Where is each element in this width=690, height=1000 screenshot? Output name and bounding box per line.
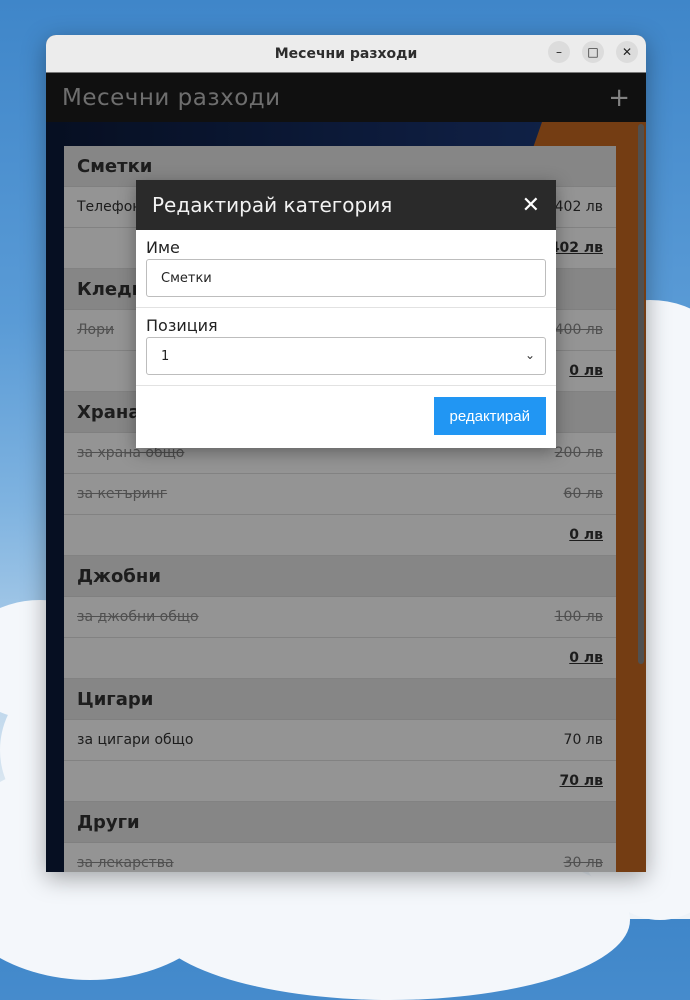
position-label: Позиция xyxy=(146,316,218,335)
edit-button[interactable]: редактирай xyxy=(433,397,546,435)
maximize-icon[interactable]: □ xyxy=(582,41,604,63)
close-icon[interactable]: ✕ xyxy=(522,193,540,218)
window-titlebar[interactable]: Месечни разходи – □ ✕ xyxy=(46,35,646,73)
dialog-title: Редактирай категория xyxy=(152,193,393,217)
position-field-group: Позиция 1 ⌄ xyxy=(136,308,556,386)
edit-category-dialog: Редактирай категория ✕ Име Сметки Позици… xyxy=(136,180,556,448)
position-select-value: 1 xyxy=(161,348,170,364)
position-select[interactable]: 1 ⌄ xyxy=(146,337,546,375)
chevron-down-icon: ⌄ xyxy=(524,348,535,362)
minimize-icon[interactable]: – xyxy=(548,41,570,63)
app-window: Месечни разходи – □ ✕ Месечни разходи + … xyxy=(46,35,646,872)
name-input[interactable]: Сметки xyxy=(146,259,546,297)
dialog-footer: редактирай xyxy=(136,386,556,446)
window-title: Месечни разходи xyxy=(274,45,418,62)
name-label: Име xyxy=(146,238,180,257)
close-window-icon[interactable]: ✕ xyxy=(616,41,638,63)
dialog-header: Редактирай категория ✕ xyxy=(136,180,556,230)
name-input-value: Сметки xyxy=(161,270,212,286)
name-field-group: Име Сметки xyxy=(136,230,556,308)
